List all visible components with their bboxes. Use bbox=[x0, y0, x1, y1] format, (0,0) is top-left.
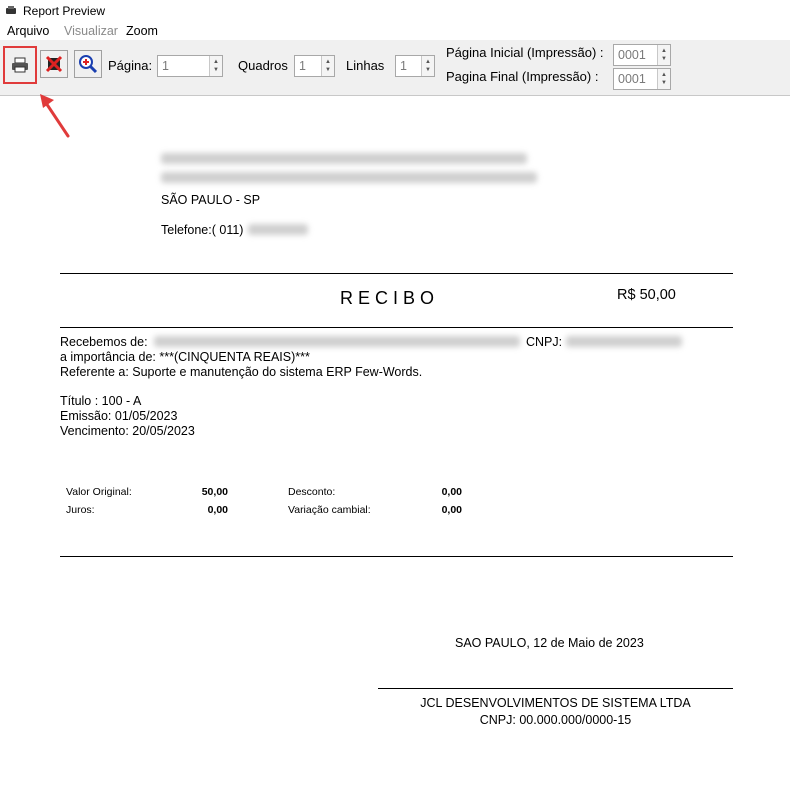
pagina-final-value: 0001 bbox=[618, 72, 646, 86]
pagina-inicial-spin-buttons[interactable]: ▲ ▼ bbox=[657, 45, 670, 65]
valor-original-label: Valor Original: bbox=[66, 486, 132, 498]
phone-number-redacted bbox=[248, 224, 308, 235]
quadros-label: Quadros bbox=[238, 58, 288, 73]
signature-line bbox=[378, 688, 733, 689]
company-signature-name: JCL DESENVOLVIMENTOS DE SISTEMA LTDA bbox=[420, 696, 691, 710]
annotation-arrow-icon bbox=[40, 94, 70, 138]
quadros-spinner[interactable]: 1 ▲ ▼ bbox=[294, 55, 335, 77]
app-icon bbox=[6, 6, 16, 14]
close-icon bbox=[45, 55, 63, 73]
payer-cnpj-redacted bbox=[566, 336, 682, 347]
quadros-spin-buttons[interactable]: ▲ ▼ bbox=[321, 56, 334, 76]
title-bar: Report Preview bbox=[0, 0, 790, 22]
divider-top bbox=[60, 273, 733, 274]
valor-original-value: 50,00 bbox=[201, 486, 228, 498]
pagina-value: 1 bbox=[162, 59, 169, 73]
menu-visualizar[interactable]: Visualizar bbox=[64, 24, 118, 38]
received-from-label: Recebemos de: bbox=[60, 335, 148, 349]
print-icon bbox=[12, 57, 28, 73]
pagina-inicial-label: Página Inicial (Impressão) : bbox=[446, 45, 604, 60]
menu-zoom[interactable]: Zoom bbox=[126, 24, 158, 38]
receipt-amount: R$ 50,00 bbox=[617, 287, 676, 303]
cnpj-label: CNPJ: bbox=[526, 335, 563, 349]
emissao-line: Emissão: 01/05/2023 bbox=[60, 409, 178, 423]
desconto-value: 0,00 bbox=[441, 486, 462, 498]
pagina-final-spin-buttons[interactable]: ▲ ▼ bbox=[657, 69, 670, 89]
window-title: Report Preview bbox=[23, 4, 106, 18]
pagina-spinner[interactable]: 1 ▲ ▼ bbox=[157, 55, 223, 77]
pagina-inicial-spinner[interactable]: 0001 ▲ ▼ bbox=[613, 44, 671, 66]
pagina-final-spinner[interactable]: 0001 ▲ ▼ bbox=[613, 68, 671, 90]
zoom-in-icon bbox=[79, 55, 98, 74]
phone-label: Telefone:( 011) bbox=[161, 223, 244, 237]
desconto-label: Desconto: bbox=[288, 486, 336, 498]
vencimento-line: Vencimento: 20/05/2023 bbox=[60, 424, 195, 438]
juros-value: 0,00 bbox=[207, 504, 228, 516]
pagina-inicial-value: 0001 bbox=[618, 48, 646, 62]
menu-arquivo[interactable]: Arquivo bbox=[7, 24, 49, 38]
variacao-value: 0,00 bbox=[441, 504, 462, 516]
quadros-value: 1 bbox=[299, 59, 306, 73]
pagina-label: Página: bbox=[108, 58, 153, 73]
company-name-redacted bbox=[161, 153, 527, 164]
company-signature-cnpj: CNPJ: 00.000.000/0000-15 bbox=[479, 713, 632, 727]
receipt-title: R E C I B O bbox=[340, 288, 435, 308]
print-button[interactable] bbox=[3, 46, 37, 84]
pagina-final-label: Pagina Final (Impressão) : bbox=[446, 69, 599, 84]
close-preview-button[interactable] bbox=[40, 50, 68, 78]
divider-middle bbox=[60, 327, 733, 328]
divider-bottom bbox=[60, 556, 733, 557]
juros-label: Juros: bbox=[66, 504, 95, 516]
linhas-spin-buttons[interactable]: ▲ ▼ bbox=[421, 56, 434, 76]
city-state: SÃO PAULO - SP bbox=[161, 193, 261, 207]
zoom-in-button[interactable] bbox=[74, 50, 102, 78]
linhas-label: Linhas bbox=[346, 58, 385, 73]
payer-name-redacted bbox=[154, 336, 520, 347]
titulo-line: Título : 100 - A bbox=[60, 394, 142, 408]
place-date: SAO PAULO, 12 de Maio de 2023 bbox=[455, 636, 644, 650]
linhas-value: 1 bbox=[400, 59, 407, 73]
linhas-spinner[interactable]: 1 ▲ ▼ bbox=[395, 55, 435, 77]
reference-line: Referente a: Suporte e manutenção do sis… bbox=[60, 365, 423, 379]
importance-line: a importância de: ***(CINQUENTA REAIS)**… bbox=[60, 350, 310, 364]
company-address-redacted bbox=[161, 172, 537, 183]
pagina-spin-buttons[interactable]: ▲ ▼ bbox=[209, 56, 222, 76]
variacao-label: Variação cambial: bbox=[288, 504, 371, 516]
